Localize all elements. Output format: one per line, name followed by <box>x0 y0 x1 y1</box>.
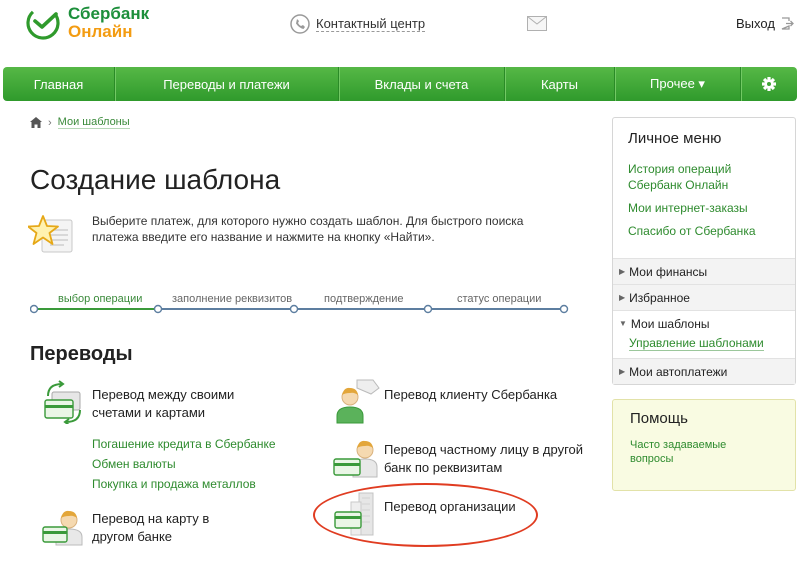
step-dot-3 <box>289 304 299 314</box>
help-box: Помощь Часто задаваемые вопросы <box>612 399 796 491</box>
sberbank-logo-icon <box>26 6 60 40</box>
sidebar-link-spasibo[interactable]: Спасибо от Сбербанка <box>628 223 781 239</box>
card-other-bank-link[interactable]: Перевод на карту в другом банке <box>92 510 232 546</box>
sidebar-item-autopayments-label: Мои автоплатежи <box>629 364 728 379</box>
sidebar-link-history[interactable]: История операций Сбербанк Онлайн <box>628 161 781 193</box>
highlight-ellipse <box>313 483 538 547</box>
logo[interactable]: Сбербанк Онлайн <box>26 5 149 41</box>
sidebar-item-finances-label: Мои финансы <box>629 264 708 279</box>
personal-menu-title: Личное меню <box>628 130 722 147</box>
sidebar-item-templates-label: Мои шаблоны <box>630 316 710 331</box>
sidebar-link-orders[interactable]: Мои интернет-заказы <box>628 200 781 216</box>
chevron-down-icon: ▼ <box>619 319 627 328</box>
client-transfer-icon <box>336 379 380 424</box>
sidebar-item-autopayments[interactable]: ▶ Мои автоплатежи <box>613 358 795 384</box>
logout-icon <box>781 17 794 30</box>
sidebar-item-templates[interactable]: ▼ Мои шаблоны <box>613 310 795 336</box>
sublink-currency-exchange[interactable]: Обмен валюты <box>92 457 176 471</box>
step-dot-4 <box>423 304 433 314</box>
nav-item-cards[interactable]: Карты <box>505 67 615 101</box>
page-title: Создание шаблона <box>30 164 281 195</box>
logo-line1: Сбербанк <box>68 4 150 23</box>
chevron-right-icon: ▶ <box>619 267 626 276</box>
card-other-bank-icon <box>42 510 83 546</box>
help-title: Помощь <box>630 410 688 427</box>
private-transfer-link[interactable]: Перевод частному лицу в другой банк по р… <box>384 441 584 477</box>
chevron-right-icon: ▶ <box>619 367 626 376</box>
template-star-icon <box>28 215 73 253</box>
logo-line2: Онлайн <box>68 22 133 41</box>
step-dot-2 <box>153 304 163 314</box>
intro-text: Выберите платеж, для которого нужно созд… <box>92 214 524 244</box>
breadcrumb-templates-link[interactable]: Мои шаблоны <box>57 116 130 129</box>
nav-item-settings[interactable] <box>741 67 797 101</box>
step-label-3: подтверждение <box>324 293 404 305</box>
sublink-credit-repayment[interactable]: Погашение кредита в Сбербанке <box>92 437 276 451</box>
step-dot-1 <box>30 304 39 314</box>
nav-item-home[interactable]: Главная <box>3 67 115 101</box>
step-label-1: выбор операции <box>58 293 143 305</box>
home-icon[interactable] <box>30 117 42 128</box>
step-label-2: заполнение реквизитов <box>172 293 293 305</box>
contact-center-label: Контактный центр <box>316 16 426 32</box>
sidebar-link-manage-templates[interactable]: Управление шаблонами <box>629 336 764 351</box>
mail-icon[interactable] <box>527 16 547 31</box>
step-dot-5 <box>559 304 569 314</box>
logout-label: Выход <box>736 16 775 31</box>
logout-link[interactable]: Выход <box>736 16 794 31</box>
progress-steps: выбор операции заполнение реквизитов под… <box>30 293 570 317</box>
step-label-4: статус операции <box>457 293 542 305</box>
sidebar-item-finances[interactable]: ▶ Мои финансы <box>613 258 795 284</box>
phone-icon <box>290 14 310 34</box>
transfers-section-title: Переводы <box>30 343 133 365</box>
private-transfer-icon <box>333 440 378 478</box>
own-transfer-link[interactable]: Перевод между своими счетами и картами <box>92 386 252 422</box>
sublink-metals[interactable]: Покупка и продажа металлов <box>92 477 256 491</box>
sidebar-item-favorites-label: Избранное <box>629 290 690 305</box>
help-faq-link[interactable]: Часто задаваемые вопросы <box>630 438 730 466</box>
nav-item-transfers[interactable]: Переводы и платежи <box>115 67 339 101</box>
nav-item-deposits[interactable]: Вклады и счета <box>339 67 505 101</box>
main-nav: Главная Переводы и платежи Вклады и счет… <box>3 67 797 101</box>
breadcrumb: › Мои шаблоны <box>30 116 130 129</box>
personal-menu: Личное меню История операций Сбербанк Он… <box>612 117 796 385</box>
sidebar-item-favorites[interactable]: ▶ Избранное <box>613 284 795 310</box>
chevron-right-icon: ▶ <box>619 293 626 302</box>
sidebar-templates-submenu: Управление шаблонами <box>613 336 795 358</box>
gear-icon <box>762 77 776 91</box>
breadcrumb-separator-icon: › <box>48 116 52 129</box>
contact-center-link[interactable]: Контактный центр <box>290 14 426 34</box>
own-transfer-icon <box>44 380 81 424</box>
nav-item-other[interactable]: Прочее ▾ <box>615 67 741 101</box>
client-transfer-link[interactable]: Перевод клиенту Сбербанка <box>384 386 584 404</box>
